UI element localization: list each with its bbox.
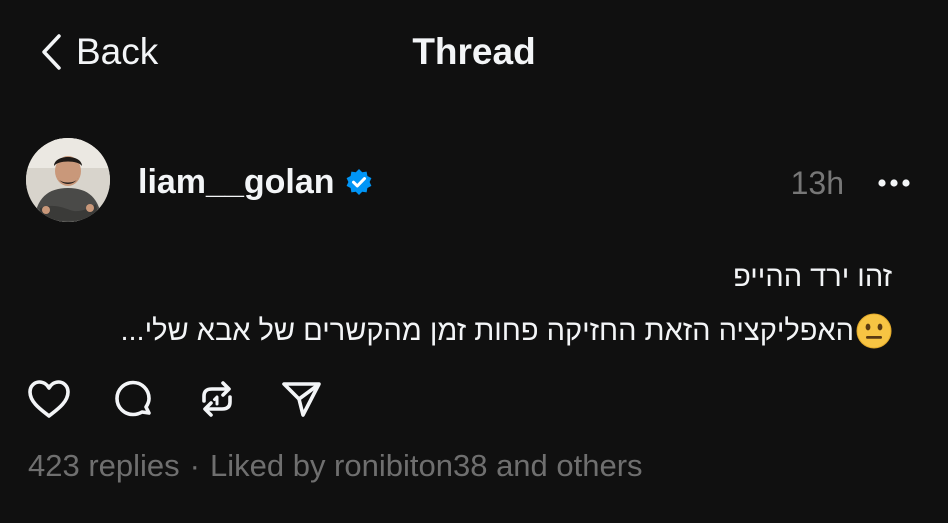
like-button[interactable]	[26, 376, 72, 422]
repost-icon	[202, 381, 232, 417]
more-horizontal-icon	[878, 179, 910, 187]
post-text: זהו ירד ההייפ האפליקציה הזאת החזיקה פחות…	[28, 250, 892, 358]
post-text-line-1-text: זהו ירד ההייפ	[733, 261, 892, 293]
chevron-left-icon	[42, 34, 61, 70]
header: Back Thread	[0, 0, 948, 104]
back-label: Back	[76, 31, 159, 72]
comment-icon	[115, 380, 151, 417]
liked-by[interactable]: Liked by ronibiton38 and others	[210, 448, 643, 484]
username[interactable]: liam__golan	[138, 163, 335, 202]
post-stats: 423 replies · Liked by ronibiton38 and o…	[28, 448, 643, 484]
back-button[interactable]: Back	[40, 30, 158, 74]
action-bar	[26, 374, 324, 424]
neutral-face-emoji	[856, 313, 892, 349]
stats-separator: ·	[189, 448, 200, 483]
comment-button[interactable]	[110, 376, 156, 422]
post-text-line-2-text: האפליקציה הזאת החזיקה פחות זמן מהקשרים ש…	[120, 315, 854, 347]
send-icon	[282, 382, 321, 417]
username-row: liam__golan	[138, 162, 373, 202]
replies-count[interactable]: 423 replies	[28, 448, 180, 484]
post-text-line-2: האפליקציה הזאת החזיקה פחות זמן מהקשרים ש…	[28, 304, 892, 358]
more-button[interactable]	[874, 168, 914, 198]
heart-icon	[28, 380, 70, 418]
verified-badge-icon	[346, 169, 371, 195]
post-timestamp: 13h	[790, 165, 844, 201]
avatar[interactable]	[26, 138, 110, 222]
share-button[interactable]	[278, 376, 324, 422]
repost-button[interactable]	[194, 376, 240, 422]
avatar-photo	[26, 138, 110, 222]
post-text-line-1: זהו ירד ההייפ	[28, 250, 892, 304]
